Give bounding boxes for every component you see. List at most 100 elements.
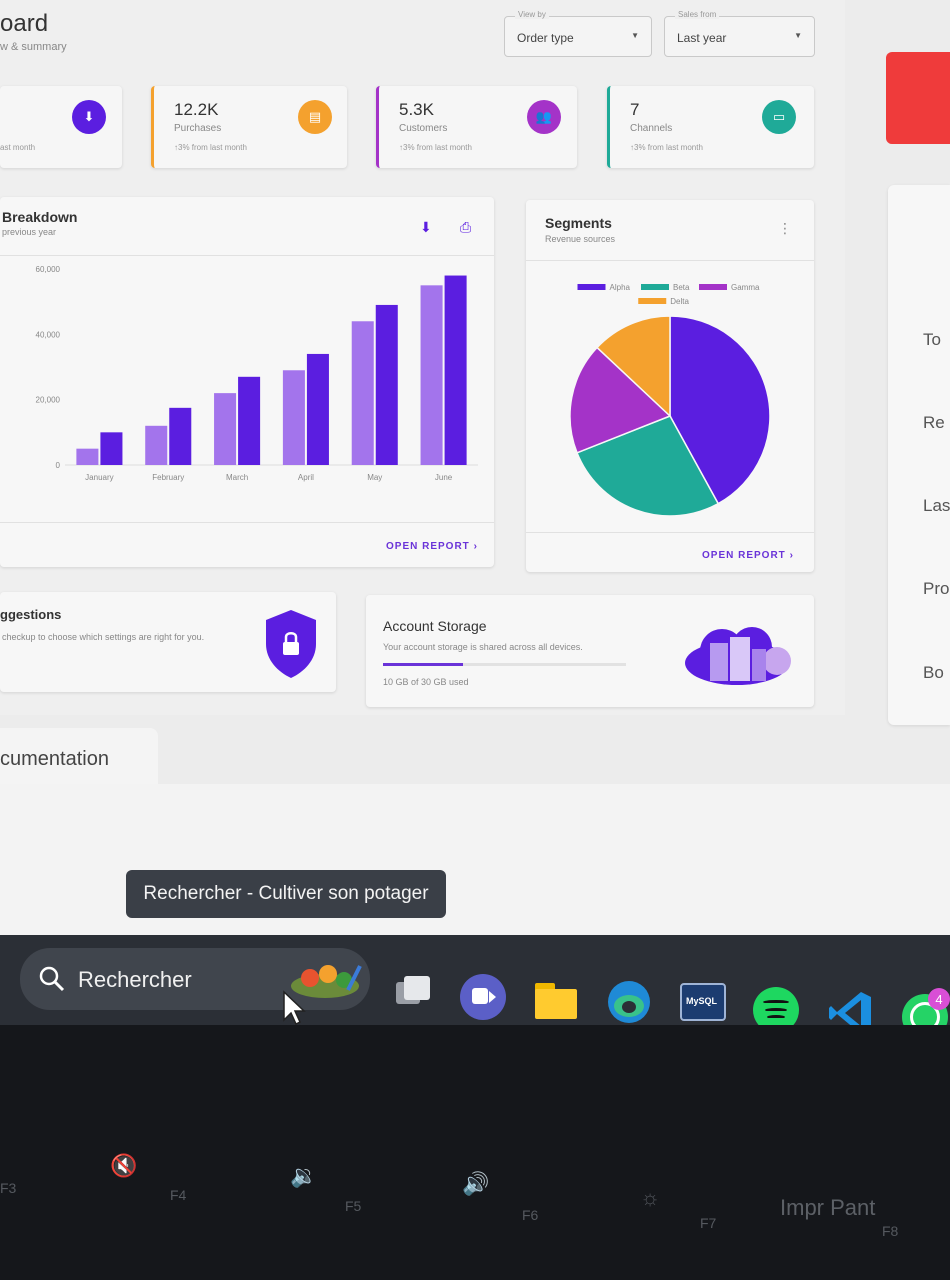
view-by-value: Order type bbox=[517, 31, 574, 45]
page-title: oard bbox=[0, 10, 49, 37]
x-tick-label: February bbox=[152, 473, 184, 482]
right-panel-item[interactable]: Pro bbox=[923, 579, 949, 599]
right-panel-item[interactable]: Bo bbox=[923, 663, 944, 683]
bar bbox=[420, 285, 443, 465]
stat-card-channels: 7 Channels ↑3% from last month ▭ bbox=[607, 86, 814, 168]
mysql-workbench-icon[interactable]: MySQL bbox=[680, 983, 726, 1021]
divider bbox=[526, 260, 814, 261]
storage-progress-fill bbox=[383, 663, 464, 666]
stat-number: 12.2K bbox=[174, 100, 219, 119]
y-tick-label: 60,000 bbox=[36, 265, 61, 274]
stat-trend: ast month bbox=[0, 143, 36, 152]
right-panel-item[interactable]: To bbox=[923, 330, 941, 350]
stat-label: Customers bbox=[399, 123, 448, 134]
suggestions-text: checkup to choose which settings are rig… bbox=[2, 632, 205, 642]
key-f6: F6 bbox=[522, 1207, 539, 1223]
shield-lock-icon bbox=[266, 610, 316, 678]
breakdown-open-report-link[interactable]: OPEN REPORT › bbox=[386, 541, 478, 552]
mouse-cursor-icon bbox=[283, 990, 306, 1026]
keyboard: F3 🔇 F4 🔉 F5 🔊 F6 ☼ F7 Impr Pant F8 bbox=[0, 1025, 950, 1280]
legend-swatch bbox=[638, 298, 667, 304]
view-by-legend: View by bbox=[515, 10, 549, 19]
stat-label: Channels bbox=[630, 123, 673, 134]
print-icon[interactable]: ⎙ bbox=[460, 219, 471, 236]
cloud-storage-icon bbox=[685, 627, 791, 685]
mute-icon: 🔇 bbox=[110, 1153, 138, 1178]
stat-card-downloads: ast month ⬇ bbox=[0, 86, 122, 168]
storage-title: Account Storage bbox=[383, 618, 487, 634]
taskbar-search-box[interactable]: Rechercher bbox=[20, 948, 370, 1010]
breakdown-card: Breakdown previous year ⬇ ⎙ 0 20,000 40,00… bbox=[0, 197, 494, 567]
divider bbox=[0, 522, 494, 523]
devices-icon: ▭ bbox=[762, 100, 796, 134]
stat-card-purchases: 12.2K Purchases ↑3% from last month ▤ bbox=[151, 86, 347, 168]
right-panel: To Re Las Pro Bo bbox=[888, 185, 950, 725]
more-vert-icon[interactable]: ⋮ bbox=[778, 220, 792, 237]
chevron-down-icon: ▼ bbox=[631, 31, 639, 40]
segments-subtitle: Revenue sources bbox=[545, 234, 616, 244]
legend-label: Gamma bbox=[731, 283, 760, 292]
file-explorer-icon[interactable] bbox=[533, 977, 579, 1023]
chevron-down-icon: ▼ bbox=[794, 31, 802, 40]
stat-trend: ↑3% from last month bbox=[399, 143, 472, 152]
right-panel-item[interactable]: Re bbox=[923, 413, 945, 433]
download-icon[interactable]: ⬇ bbox=[420, 219, 432, 236]
mysql-label: MySQL bbox=[686, 996, 718, 1006]
segments-title: Segments bbox=[545, 215, 612, 231]
bar bbox=[100, 432, 123, 465]
people-icon: 👥 bbox=[527, 100, 561, 134]
x-tick-label: January bbox=[85, 473, 113, 482]
view-by-select[interactable]: View by Order type ▼ bbox=[504, 10, 652, 57]
documentation-tab-label: cumentation bbox=[0, 748, 109, 770]
sales-from-value: Last year bbox=[677, 31, 727, 45]
bar bbox=[351, 321, 374, 465]
storage-card: Account Storage Your account storage is … bbox=[366, 595, 814, 707]
bar bbox=[214, 393, 237, 465]
storage-used-label: 10 GB of 30 GB used bbox=[383, 677, 469, 687]
breakdown-subtitle: previous year bbox=[2, 227, 57, 237]
bar bbox=[76, 448, 99, 465]
sales-from-select[interactable]: Sales from Last year ▼ bbox=[664, 10, 815, 57]
key-f5: F5 bbox=[345, 1198, 362, 1214]
legend-label: Beta bbox=[673, 283, 690, 292]
bar bbox=[169, 407, 192, 465]
bar bbox=[375, 304, 398, 465]
sales-from-legend: Sales from bbox=[675, 10, 720, 19]
x-tick-label: May bbox=[367, 473, 382, 482]
breakdown-title: Breakdown bbox=[2, 209, 78, 225]
taskbar-search-placeholder: Rechercher bbox=[78, 967, 192, 992]
edge-browser-icon[interactable] bbox=[606, 979, 652, 1025]
key-f8: F8 bbox=[882, 1223, 899, 1239]
y-tick-label: 20,000 bbox=[36, 396, 61, 405]
y-tick-label: 0 bbox=[56, 461, 61, 470]
y-tick-label: 40,000 bbox=[36, 330, 61, 339]
pie-chart: Alpha Beta Gamma Delta bbox=[569, 283, 771, 517]
stat-trend: ↑3% from last month bbox=[174, 143, 247, 152]
right-panel-item[interactable]: Las bbox=[923, 496, 950, 516]
bar bbox=[238, 376, 261, 465]
brightness-icon: ☼ bbox=[640, 1185, 661, 1210]
x-tick-label: April bbox=[298, 473, 314, 482]
x-tick-label: March bbox=[226, 473, 248, 482]
storage-text: Your account storage is shared across al… bbox=[383, 642, 583, 652]
bar-chart: 0 20,000 40,000 60,000 January February March A… bbox=[36, 265, 478, 482]
red-action-button[interactable] bbox=[886, 52, 950, 144]
x-tick-label: June bbox=[435, 473, 453, 482]
storage-progress-track bbox=[383, 663, 626, 666]
bar bbox=[145, 425, 168, 465]
stat-card-customers: 5.3K Customers ↑3% from last month 👥 bbox=[376, 86, 577, 168]
key-print-screen: Impr Pant bbox=[780, 1195, 876, 1220]
documentation-tab[interactable]: cumentation bbox=[0, 728, 158, 784]
legend-label: Alpha bbox=[610, 283, 631, 292]
page-subtitle: w & summary bbox=[0, 41, 67, 53]
teams-chat-icon[interactable] bbox=[460, 974, 506, 1020]
key-f3: F3 bbox=[0, 1180, 17, 1196]
divider bbox=[0, 255, 494, 256]
task-view-icon[interactable] bbox=[390, 970, 436, 1016]
key-f4: F4 bbox=[170, 1187, 187, 1203]
store-icon: ▤ bbox=[298, 100, 332, 134]
bar bbox=[282, 370, 305, 465]
segments-open-report-link[interactable]: OPEN REPORT › bbox=[702, 550, 794, 561]
bar bbox=[444, 275, 467, 465]
search-icon bbox=[39, 966, 65, 992]
